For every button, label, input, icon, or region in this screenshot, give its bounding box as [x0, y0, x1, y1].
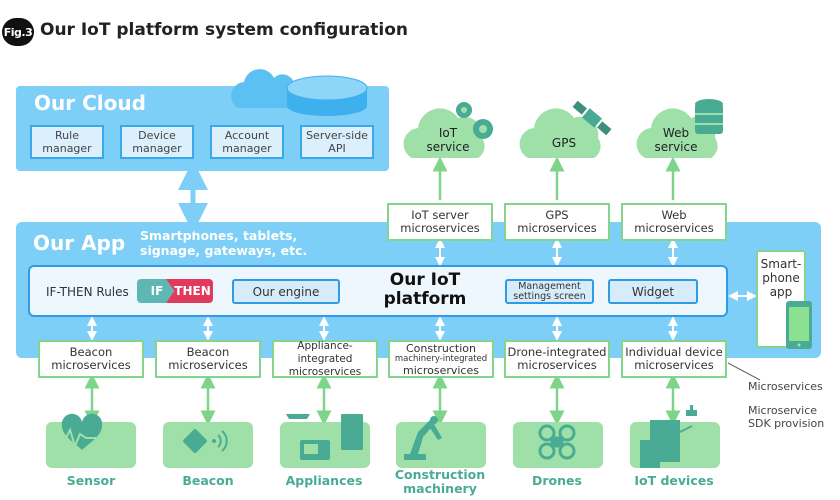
drone-icon: [538, 424, 576, 460]
legend-line: Microservice: [748, 404, 818, 417]
robot-arm-icon: [404, 416, 442, 460]
appliances-icon: [286, 414, 363, 460]
appliances-label: Appliances: [285, 473, 363, 488]
label-line: machinery: [403, 481, 477, 496]
legend-line: SDK provision: [748, 417, 825, 430]
device-icons: [56, 405, 697, 468]
label-line: Construction: [394, 467, 486, 482]
construction-machinery-label: Construction machinery: [380, 468, 500, 496]
sensor-label: Sensor: [66, 473, 116, 488]
drones-label: Drones: [532, 473, 582, 488]
legend-sdk: Microservice SDK provision: [748, 404, 824, 430]
iot-devices-label: IoT devices: [634, 473, 714, 488]
heart-pulse-icon: [56, 413, 103, 450]
printer-icon: [640, 405, 697, 468]
legend-microservices: Microservices: [748, 380, 823, 393]
beacon-signal-icon: [183, 429, 228, 453]
beacon-label: Beacon: [182, 473, 234, 488]
